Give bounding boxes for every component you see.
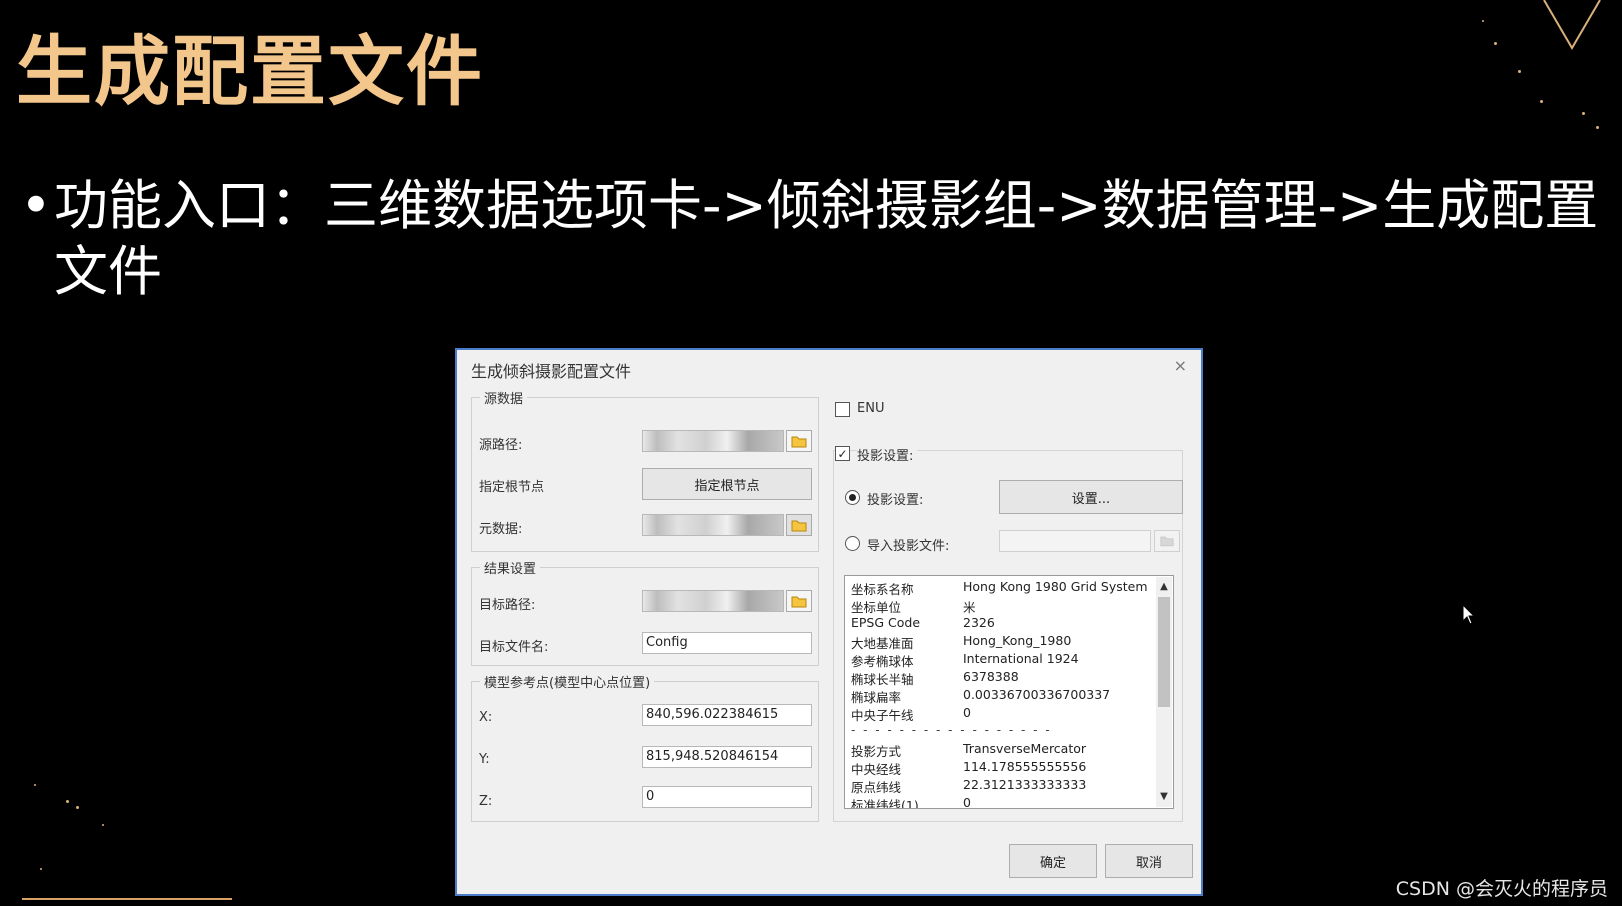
info-key: 原点纬线: [851, 780, 902, 795]
info-key: 坐标系名称: [851, 582, 914, 597]
z-label: Z:: [479, 794, 493, 809]
info-value: 22.3121333333333: [963, 777, 1087, 792]
target-filename-label: 目标文件名:: [479, 640, 549, 655]
source-data-legend: 源数据: [484, 392, 524, 407]
target-path-label: 目标路径:: [479, 598, 536, 613]
scroll-down-icon[interactable]: ▼: [1158, 789, 1170, 805]
bullet-text-line1: 功能入口：三维数据选项卡->倾斜摄影组->数据管理->生成配置: [54, 174, 1599, 237]
y-label: Y:: [479, 752, 490, 767]
info-value: 米: [963, 600, 976, 615]
folder-icon: [1160, 536, 1174, 547]
import-projection-label: 导入投影文件:: [867, 539, 950, 554]
result-settings-legend: 结果设置: [484, 562, 537, 577]
decorative-bottom-bar: [22, 898, 232, 906]
scrollbar[interactable]: ▲ ▼: [1156, 577, 1172, 807]
root-node-label: 指定根节点: [479, 480, 545, 495]
info-value: Hong_Kong_1980: [963, 633, 1072, 648]
source-path-browse-button[interactable]: [786, 430, 812, 452]
scroll-thumb[interactable]: [1158, 597, 1170, 707]
info-value: 114.178555555556: [963, 759, 1087, 774]
info-separator: - - - - - - - - - - - - - - - - -: [851, 723, 1052, 737]
info-value: 0.00336700336700337: [963, 687, 1111, 702]
info-key: 中央经线: [851, 762, 902, 777]
enu-label: ENU: [857, 401, 885, 416]
info-key: 坐标单位: [851, 600, 902, 615]
cancel-button[interactable]: 取消: [1105, 844, 1193, 878]
slide-title: 生成配置文件: [16, 27, 484, 116]
import-projection-radio[interactable]: [845, 536, 860, 551]
source-path-label: 源路径:: [479, 438, 523, 453]
bullet-text-line2: 文件: [54, 240, 162, 303]
projection-group-label: 投影设置:: [857, 445, 918, 464]
decorative-triangle-icon: [1543, 0, 1601, 50]
ok-button[interactable]: 确定: [1009, 844, 1097, 878]
import-projection-input[interactable]: [999, 530, 1151, 552]
info-key: 标准纬线(1): [851, 798, 919, 809]
target-filename-input[interactable]: Config: [642, 632, 812, 654]
z-input[interactable]: 0: [642, 786, 812, 808]
close-icon[interactable]: ×: [1174, 356, 1187, 375]
projection-settings-button[interactable]: 设置...: [999, 480, 1183, 514]
enu-checkbox[interactable]: [835, 402, 850, 417]
info-value: 2326: [963, 615, 995, 630]
metadata-input[interactable]: [642, 514, 784, 536]
metadata-browse-button[interactable]: [786, 514, 812, 536]
info-key: 中央子午线: [851, 708, 914, 723]
config-dialog: 生成倾斜摄影配置文件 × 源数据 源路径: 指定根节点 指定根节点 元数据: 结…: [455, 348, 1203, 896]
folder-icon: [791, 520, 807, 531]
info-key: EPSG Code: [851, 615, 921, 630]
info-value: Hong Kong 1980 Grid System: [963, 579, 1148, 594]
target-path-input[interactable]: [642, 590, 784, 612]
reference-point-legend: 模型参考点(模型中心点位置): [484, 676, 651, 691]
folder-icon: [791, 596, 807, 607]
info-key: 椭球扁率: [851, 690, 902, 705]
projection-info-list[interactable]: 坐标系名称 Hong Kong 1980 Grid System 坐标单位 米 EPSG…: [844, 575, 1174, 809]
root-node-button[interactable]: 指定根节点: [642, 468, 812, 500]
x-input[interactable]: 840,596.022384615: [642, 704, 812, 726]
projection-checkbox[interactable]: ✓: [835, 446, 850, 461]
watermark: CSDN @会灭火的程序员: [1395, 878, 1608, 900]
y-input[interactable]: 815,948.520846154: [642, 746, 812, 768]
info-key: 投影方式: [851, 744, 902, 759]
mouse-cursor-icon: [1462, 604, 1476, 625]
target-path-browse-button[interactable]: [786, 590, 812, 612]
folder-icon: [791, 436, 807, 447]
info-value: 0: [963, 705, 971, 720]
projection-settings-label: 投影设置:: [867, 493, 924, 508]
bullet-dot: •: [20, 174, 52, 237]
dialog-title: 生成倾斜摄影配置文件: [471, 362, 632, 381]
info-key: 椭球长半轴: [851, 672, 914, 687]
info-value: TransverseMercator: [963, 741, 1087, 756]
info-value: 0: [963, 795, 971, 809]
info-value: 6378388: [963, 669, 1019, 684]
scroll-up-icon[interactable]: ▲: [1158, 579, 1170, 595]
import-projection-browse-button[interactable]: [1154, 530, 1180, 552]
metadata-label: 元数据:: [479, 522, 523, 537]
x-label: X:: [479, 710, 493, 725]
projection-settings-radio[interactable]: [845, 490, 860, 505]
info-value: International 1924: [963, 651, 1079, 666]
source-path-input[interactable]: [642, 430, 784, 452]
info-key: 参考椭球体: [851, 654, 914, 669]
info-key: 大地基准面: [851, 636, 914, 651]
